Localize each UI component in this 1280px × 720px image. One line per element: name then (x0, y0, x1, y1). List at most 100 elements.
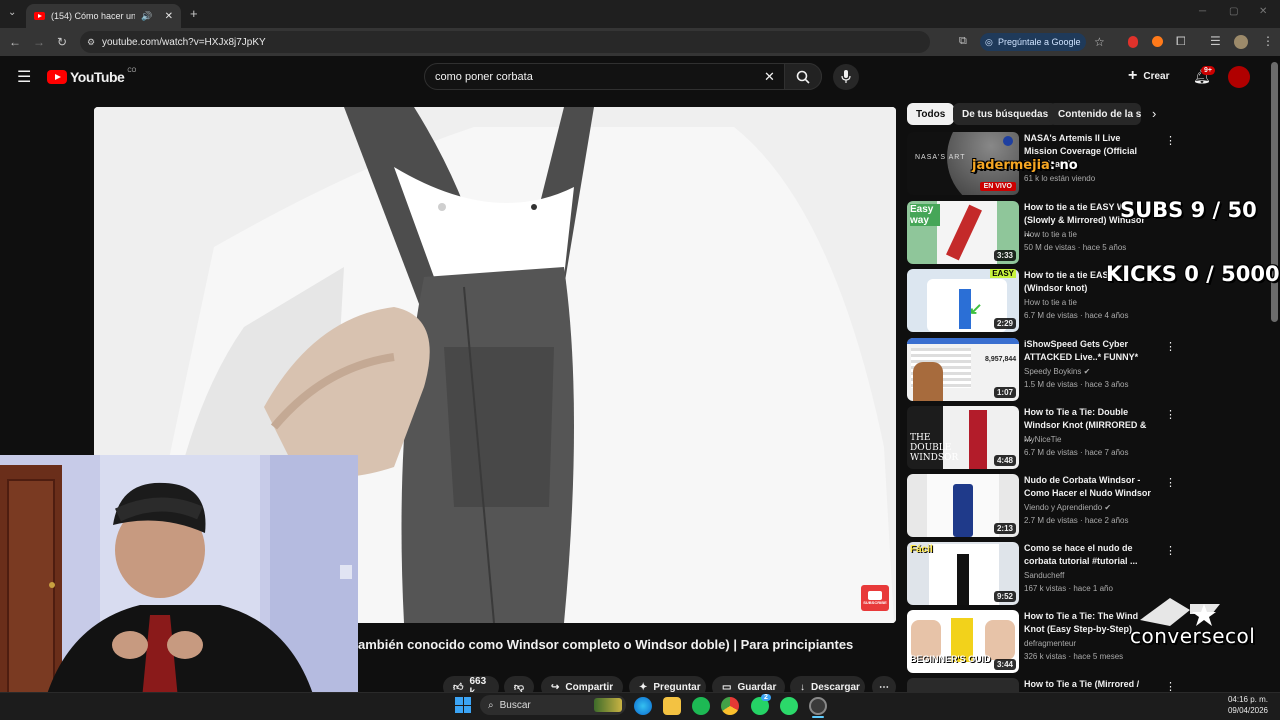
address-bar[interactable]: ⚙ youtube.com/watch?v=HXJx8j7JpKY (80, 31, 930, 53)
clock-date: 09/04/2026 (1227, 706, 1268, 715)
tab-title: (154) Cómo hacer un nudo (51, 11, 136, 21)
recommendation-menu-icon[interactable]: ⋮ (1165, 408, 1176, 421)
clock-time: 04:16 p. m. (1227, 695, 1268, 704)
recommendation-thumbnail: 8,957,844 1:07 (907, 338, 1019, 401)
chrome-icon[interactable] (721, 697, 739, 715)
recommendation-channel[interactable]: How to tie a tie (1024, 230, 1077, 239)
google-lens-icon: ◎ (985, 36, 993, 47)
search-icon (796, 70, 810, 84)
file-explorer-icon[interactable] (663, 697, 681, 715)
search-highlight-icon (594, 698, 622, 712)
tab-list-chevron-icon[interactable]: ⌄ (8, 8, 16, 18)
recommendation-item[interactable]: 2:13 Nudo de Corbata Windsor - Como Hace… (907, 474, 1176, 538)
recommendation-title[interactable]: Como se hace el nudo de corbata tutorial… (1024, 542, 1154, 568)
bookmark-star-icon[interactable]: ☆ (1094, 36, 1105, 48)
browser-tab-active[interactable]: (154) Cómo hacer un nudo 🔊 ✕ (26, 4, 181, 28)
recommendation-meta: 50 M de vistas · hace 5 años (1024, 243, 1127, 252)
nasa-logo-icon (1003, 136, 1013, 146)
thumb-text: 8,957,844 (985, 356, 1017, 363)
recommendation-menu-icon[interactable]: ⋮ (1165, 476, 1176, 489)
recommendation-menu-icon[interactable]: ⋮ (1165, 340, 1176, 353)
windows-start-icon[interactable] (455, 697, 471, 713)
search-query-text: como poner corbata (435, 70, 533, 83)
messenger-app-icon[interactable] (780, 697, 798, 715)
plus-icon: + (1128, 67, 1138, 84)
extensions-puzzle-icon[interactable]: ⧠ (1176, 35, 1186, 47)
window-close-icon[interactable]: ✕ (1259, 7, 1267, 17)
notification-count-badge: 9+ (1201, 66, 1215, 75)
taskbar-search[interactable]: ⌕ Buscar (480, 695, 626, 715)
search-button[interactable] (784, 63, 822, 90)
user-avatar[interactable] (1228, 66, 1250, 88)
duration-badge: 3:33 (993, 250, 1016, 261)
ask-google-button[interactable]: ◎ Pregúntale a Google (980, 33, 1086, 51)
recommendation-menu-icon[interactable]: ⋮ (1165, 134, 1176, 147)
create-button[interactable]: + Crear (1128, 68, 1169, 84)
recommendation-thumbnail: ↙ EASY 2:29 (907, 269, 1019, 332)
recommendation-item[interactable]: How to Tie a Tie (Mirrored / ⋮ (907, 678, 1172, 692)
hamburger-menu-icon[interactable]: ☰ (17, 70, 31, 86)
video-title: ambién conocido como Windsor completo o … (358, 637, 854, 652)
youtube-favicon-icon (34, 12, 45, 20)
download-label: Descargar (811, 681, 860, 693)
chat-username: jadermejia (972, 158, 1050, 173)
recommendation-meta: 326 k vistas · hace 5 meses (1024, 652, 1124, 661)
recommendation-thumbnail: Easy way 3:33 (907, 201, 1019, 264)
search-input[interactable]: como poner corbata (424, 63, 822, 90)
edge-browser-icon[interactable] (634, 697, 652, 715)
subscribe-badge-text: SUBSCRIBE (863, 600, 887, 605)
recommendation-channel[interactable]: Viendo y Aprendiendo ✔ (1024, 503, 1111, 512)
obs-icon[interactable] (809, 697, 827, 715)
recommendation-item[interactable]: 8,957,844 1:07 iShowSpeed Gets Cyber ATT… (907, 338, 1176, 402)
browser-menu-icon[interactable]: ⋮ (1262, 35, 1274, 47)
microphone-icon (841, 70, 851, 83)
reload-icon[interactable]: ↻ (57, 36, 67, 48)
spotify-icon[interactable] (692, 697, 710, 715)
back-arrow-icon[interactable]: ← (9, 36, 21, 48)
voice-search-button[interactable] (833, 64, 859, 90)
chip-from-searches[interactable]: De tus búsquedas (953, 103, 1058, 125)
tab-audio-icon[interactable]: 🔊 (141, 11, 152, 22)
recommendation-channel[interactable]: Speedy Boykins ✔ (1024, 367, 1090, 376)
recommendation-item[interactable]: Fácil 9:52 Como se hace el nudo de corba… (907, 542, 1176, 606)
chip-all[interactable]: Todos (907, 103, 955, 125)
recommendation-meta: 1.5 M de vistas · hace 3 años (1024, 380, 1129, 389)
taskbar-search-label: Buscar (499, 699, 531, 711)
recommendation-menu-icon[interactable]: ⋮ (1165, 680, 1172, 692)
duration-badge: 1:07 (993, 387, 1016, 398)
recommendation-title[interactable]: How to Tie a Tie (Mirrored / (1024, 678, 1154, 691)
verified-check-icon: ✔ (1083, 367, 1091, 376)
recommendation-item[interactable]: THE DOUBLE WINDSOR 4:48 How to Tie a Tie… (907, 406, 1176, 470)
brand-name: conversecol (1130, 624, 1256, 648)
recommendation-channel[interactable]: Sanducheff (1024, 571, 1064, 580)
youtube-logo[interactable]: YouTube CO (47, 68, 136, 85)
chip-series-content[interactable]: Contenido de la ser (1049, 103, 1141, 125)
extension-orange-icon[interactable] (1152, 36, 1163, 47)
profile-avatar[interactable] (1234, 35, 1248, 49)
recommendation-thumbnail: Fácil 9:52 (907, 542, 1019, 605)
recommendation-menu-icon[interactable]: ⋮ (1165, 544, 1176, 557)
tab-close-icon[interactable]: ✕ (165, 11, 173, 22)
extension-red-icon[interactable] (1128, 36, 1138, 48)
recommendation-channel[interactable]: defragmenteur (1024, 639, 1076, 648)
clear-search-icon[interactable]: ✕ (764, 69, 775, 85)
save-label: Guardar (737, 681, 777, 693)
recommendation-title[interactable]: iShowSpeed Gets Cyber ATTACKED Live..* F… (1024, 338, 1154, 364)
youtube-play-logo-icon (47, 70, 67, 84)
recommendation-title[interactable]: Nudo de Corbata Windsor - Como Hacer el … (1024, 474, 1154, 500)
site-info-icon[interactable]: ⚙ (87, 37, 95, 48)
subscribe-play-icon (868, 591, 882, 600)
recommendation-channel[interactable]: MyNiceTie (1024, 435, 1061, 444)
recommendation-channel[interactable]: How to tie a tie (1024, 298, 1077, 307)
cast-icon[interactable]: ⧉ (959, 36, 967, 47)
taskbar-clock[interactable]: 04:16 p. m. 09/04/2026 (1196, 694, 1268, 716)
channel-name: Viendo y Aprendiendo (1024, 503, 1103, 512)
window-maximize-icon[interactable]: ▢ (1229, 7, 1238, 17)
youtube-wordmark: YouTube (70, 69, 125, 85)
chips-next-chevron-icon[interactable]: › (1152, 106, 1156, 121)
reading-list-icon[interactable]: ☰ (1210, 35, 1221, 47)
new-tab-button[interactable]: + (190, 7, 198, 20)
window-minimize-icon[interactable]: ─ (1199, 7, 1206, 17)
forward-arrow-icon[interactable]: → (33, 36, 45, 48)
subscribe-watermark[interactable]: SUBSCRIBE (861, 585, 889, 611)
